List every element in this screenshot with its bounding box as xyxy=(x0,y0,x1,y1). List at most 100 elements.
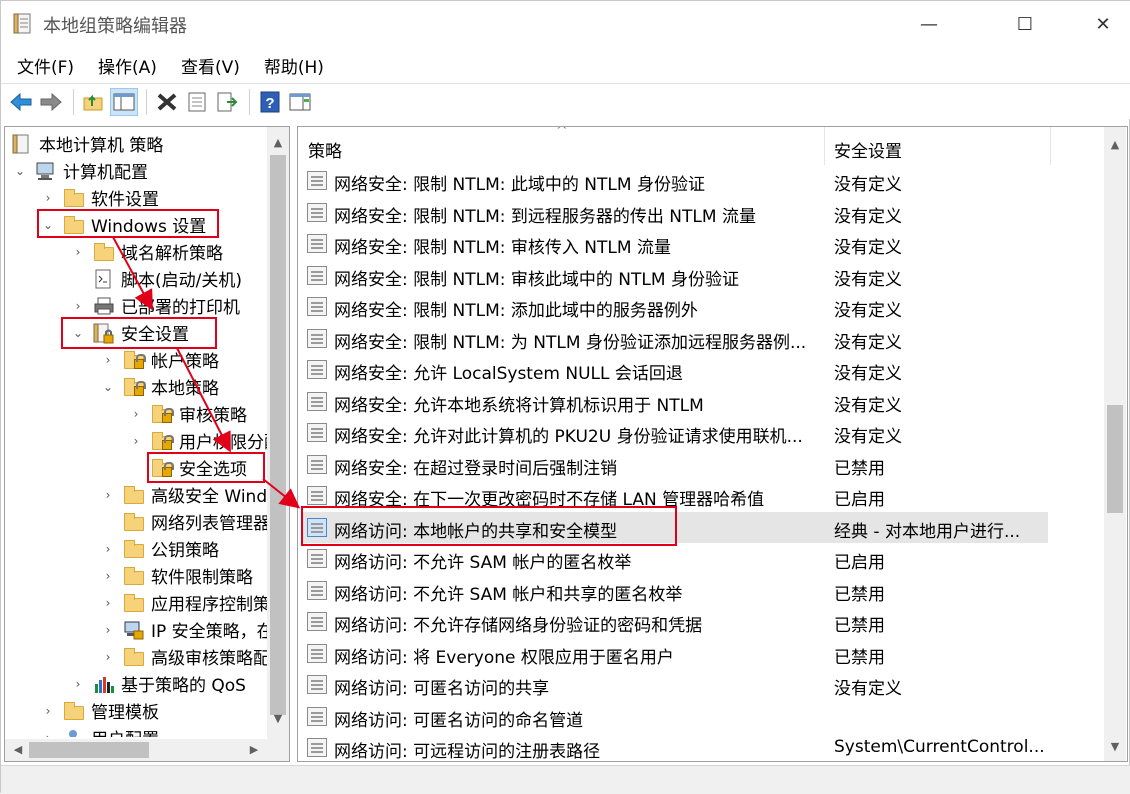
menu-action[interactable]: 操作(A) xyxy=(90,53,165,78)
properties-button[interactable] xyxy=(183,88,211,116)
show-hide-tree-button[interactable] xyxy=(110,87,138,116)
tree-node-scripts[interactable]: 脚本(启动/关机) xyxy=(93,265,242,292)
chevron-right-icon[interactable]: › xyxy=(101,650,115,664)
up-level-button[interactable] xyxy=(80,88,108,116)
tree-node-public-key[interactable]: › 公钥策略 xyxy=(101,535,219,562)
chevron-right-icon[interactable]: › xyxy=(129,434,143,448)
tree-node-software-restriction[interactable]: › 软件限制策略 xyxy=(101,562,253,589)
table-row[interactable]: 网络安全: 限制 NTLM: 到远程服务器的传出 NTLM 流量 没有定义 xyxy=(302,197,1048,228)
column-divider[interactable] xyxy=(1050,127,1051,165)
policy-icon xyxy=(307,234,327,253)
table-row[interactable]: 网络安全: 允许对此计算机的 PKU2U 身份验证请求使用联机... 没有定义 xyxy=(302,417,1048,448)
table-row[interactable]: 网络访问: 可远程访问的注册表路径 System\CurrentControl..… xyxy=(302,732,1048,761)
toolbar-separator xyxy=(249,88,250,115)
close-button[interactable]: ✕ xyxy=(1073,1,1130,47)
tree-node-app-control[interactable]: › 应用程序控制策略 xyxy=(101,589,287,616)
folder-lock-icon xyxy=(123,377,146,397)
policy-icon xyxy=(307,581,327,600)
tree-vertical-scrollbar[interactable]: ▲ ▼ xyxy=(267,127,289,739)
scroll-left-arrow-icon[interactable]: ◀ xyxy=(7,740,29,760)
table-row[interactable]: 网络安全: 允许 LocalSystem NULL 会话回退 没有定义 xyxy=(302,354,1048,385)
console-tree-icon xyxy=(113,93,135,110)
chevron-right-icon[interactable]: › xyxy=(41,191,55,205)
tree-node-software-settings[interactable]: › 软件设置 xyxy=(41,184,159,211)
tree-node-account-policy[interactable]: › 帐户策略 xyxy=(101,346,219,373)
scroll-thumb[interactable] xyxy=(1107,405,1123,513)
table-row[interactable]: 网络安全: 限制 NTLM: 为 NTLM 身份验证添加远程服务器例... 没有定… xyxy=(302,323,1048,354)
scroll-up-arrow-icon[interactable]: ▲ xyxy=(1104,135,1126,155)
tree-label: 用户权限分配 xyxy=(179,433,281,453)
menu-help[interactable]: 帮助(H) xyxy=(256,53,332,78)
tree-node-user-rights[interactable]: › 用户权限分配 xyxy=(129,427,281,454)
delete-button[interactable] xyxy=(153,88,181,116)
help-button[interactable]: ? xyxy=(256,88,284,116)
column-header-setting[interactable]: 安全设置 xyxy=(834,137,902,162)
chevron-down-icon[interactable]: ⌄ xyxy=(101,380,115,394)
show-action-pane-button[interactable] xyxy=(286,88,314,116)
tree-node-computer-config[interactable]: ⌄ 计算机配置 xyxy=(13,157,148,184)
chevron-right-icon[interactable]: › xyxy=(101,569,115,583)
tree-node-audit-policy[interactable]: › 审核策略 xyxy=(129,400,247,427)
scroll-thumb[interactable] xyxy=(29,742,149,758)
chevron-right-icon[interactable]: › xyxy=(101,623,115,637)
table-row[interactable]: 网络安全: 限制 NTLM: 审核此域中的 NTLM 身份验证 没有定义 xyxy=(302,260,1048,291)
table-row[interactable]: 网络访问: 不允许存储网络身份验证的密码和凭据 已禁用 xyxy=(302,606,1048,637)
minimize-button[interactable]: — xyxy=(899,1,959,47)
folder-icon xyxy=(123,485,145,505)
tree-label: 软件设置 xyxy=(91,190,159,210)
chevron-right-icon[interactable]: › xyxy=(129,407,143,421)
policy-name: 网络安全: 在超过登录时间后强制注销 xyxy=(334,459,618,479)
chevron-right-icon[interactable]: › xyxy=(101,353,115,367)
chevron-right-icon[interactable]: › xyxy=(71,245,85,259)
tree-label: 域名解析策略 xyxy=(121,244,223,264)
tree-node-root[interactable]: 本地计算机 策略 xyxy=(11,130,163,157)
policy-icon xyxy=(307,455,327,474)
list-vertical-scrollbar[interactable]: ▲ ▼ xyxy=(1104,127,1126,761)
tree-node-local-policy[interactable]: ⌄ 本地策略 xyxy=(101,373,219,400)
chevron-right-icon[interactable]: › xyxy=(71,677,85,691)
policy-name: 网络安全: 限制 NTLM: 为 NTLM 身份验证添加远程服务器例... xyxy=(334,333,807,353)
table-row[interactable]: 网络访问: 可匿名访问的命名管道 xyxy=(302,701,1048,732)
policy-name: 网络访问: 不允许 SAM 帐户的匿名枚举 xyxy=(334,553,632,573)
menu-view[interactable]: 查看(V) xyxy=(173,53,248,78)
tree-node-adv-audit[interactable]: › 高级审核策略配置 xyxy=(101,643,287,670)
table-row[interactable]: 网络访问: 不允许 SAM 帐户的匿名枚举 已启用 xyxy=(302,543,1048,574)
chevron-right-icon[interactable]: › xyxy=(101,488,115,502)
tree-node-printers[interactable]: › 已部署的打印机 xyxy=(71,292,240,319)
tree-node-admin-templates[interactable]: › 管理模板 xyxy=(41,697,159,724)
back-button[interactable] xyxy=(7,88,35,116)
chevron-right-icon[interactable]: › xyxy=(71,299,85,313)
maximize-button[interactable]: ☐ xyxy=(995,1,1055,47)
policy-name: 网络访问: 不允许存储网络身份验证的密码和凭据 xyxy=(334,616,703,636)
tree-horizontal-scrollbar[interactable]: ◀ ▶ xyxy=(5,739,289,761)
tree-node-ip-security[interactable]: › IP 安全策略，在本地计算机 xyxy=(101,616,289,643)
tree-node-network-list[interactable]: 网络列表管理器策略 xyxy=(123,508,289,535)
chevron-right-icon[interactable]: › xyxy=(41,704,55,718)
chevron-right-icon[interactable]: › xyxy=(101,542,115,556)
policy-name: 网络访问: 将 Everyone 权限应用于匿名用户 xyxy=(334,648,674,668)
table-row[interactable]: 网络安全: 在超过登录时间后强制注销 已禁用 xyxy=(302,449,1048,480)
tree-node-dns-policy[interactable]: › 域名解析策略 xyxy=(71,238,223,265)
chevron-right-icon[interactable]: › xyxy=(101,596,115,610)
table-row[interactable]: 网络访问: 将 Everyone 权限应用于匿名用户 已禁用 xyxy=(302,638,1048,669)
scroll-down-arrow-icon[interactable]: ▼ xyxy=(1104,737,1126,757)
table-row[interactable]: 网络安全: 限制 NTLM: 添加此域中的服务器例外 没有定义 xyxy=(302,291,1048,322)
chevron-down-icon[interactable]: ⌄ xyxy=(13,164,27,178)
scroll-down-arrow-icon[interactable]: ▼ xyxy=(267,709,289,729)
menu-file[interactable]: 文件(F) xyxy=(9,53,82,78)
forward-button[interactable] xyxy=(37,88,65,116)
scroll-right-arrow-icon[interactable]: ▶ xyxy=(243,740,265,760)
column-divider[interactable] xyxy=(824,127,825,165)
table-row[interactable]: 网络访问: 不允许 SAM 帐户和共享的匿名枚举 已禁用 xyxy=(302,575,1048,606)
tree-node-qos[interactable]: › 基于策略的 QoS xyxy=(71,670,246,697)
export-list-button[interactable] xyxy=(213,88,241,116)
column-header-policy[interactable]: 策略 xyxy=(308,137,342,162)
scroll-thumb[interactable] xyxy=(270,155,286,715)
table-row[interactable]: 网络安全: 限制 NTLM: 审核传入 NTLM 流量 没有定义 xyxy=(302,228,1048,259)
table-row[interactable]: 网络安全: 限制 NTLM: 此域中的 NTLM 身份验证 没有定义 xyxy=(302,165,1048,196)
tree-node-adv-firewall[interactable]: › 高级安全 Windows Defender 防火墙 xyxy=(101,481,289,508)
policy-icon xyxy=(307,738,327,757)
table-row[interactable]: 网络安全: 允许本地系统将计算机标识用于 NTLM 没有定义 xyxy=(302,386,1048,417)
table-row[interactable]: 网络访问: 可匿名访问的共享 没有定义 xyxy=(302,669,1048,700)
scroll-up-arrow-icon[interactable]: ▲ xyxy=(267,133,289,153)
